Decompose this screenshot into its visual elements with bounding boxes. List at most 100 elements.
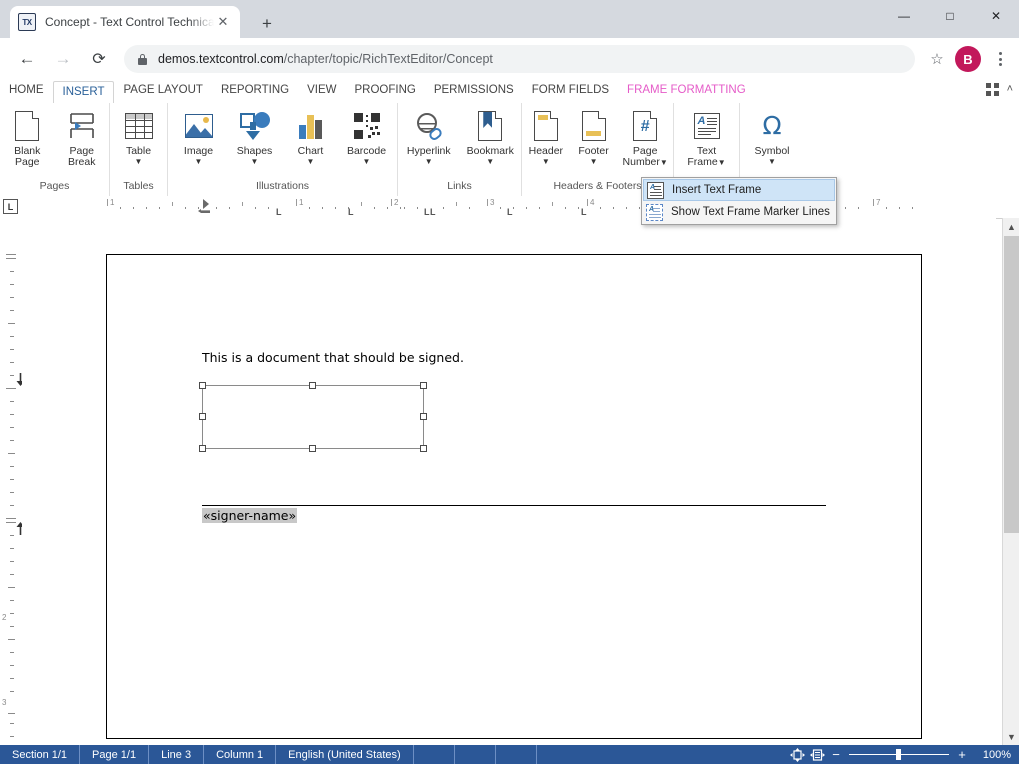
browser-menu-icon[interactable]: [987, 45, 1013, 73]
scroll-up-icon[interactable]: ▲: [1003, 218, 1019, 235]
resize-handle-se[interactable]: [420, 445, 427, 452]
zoom-slider-knob[interactable]: [896, 749, 901, 760]
chart-button[interactable]: Chart ▼: [283, 109, 339, 166]
tab-close-icon[interactable]: ✕: [214, 13, 232, 31]
text-frame-object[interactable]: [199, 382, 427, 452]
tab-home[interactable]: HOME: [0, 80, 53, 103]
document-page[interactable]: This is a document that should be signed…: [106, 254, 922, 739]
menu-item-show-marker-lines-label: Show Text Frame Marker Lines: [671, 206, 830, 218]
tab-stop-marker[interactable]: L: [348, 208, 354, 217]
header-button[interactable]: Header ▼: [522, 109, 570, 166]
tab-page-layout[interactable]: PAGE LAYOUT: [114, 80, 211, 103]
fit-width-icon[interactable]: [807, 745, 827, 764]
zoom-percent-label[interactable]: 100%: [971, 749, 1011, 761]
document-paragraph[interactable]: This is a document that should be signed…: [202, 350, 464, 365]
ruler-number: 1: [299, 198, 304, 207]
document-canvas[interactable]: This is a document that should be signed…: [22, 218, 996, 745]
vertical-ruler[interactable]: 2 3: [0, 218, 23, 745]
horizontal-ruler[interactable]: L 1 1 2 3 4 7 L L L L L L: [0, 196, 1019, 219]
chart-caret-icon[interactable]: ▼: [307, 158, 315, 166]
url-path: /chapter/topic/RichTextEditor/Concept: [283, 52, 493, 66]
new-tab-button[interactable]: +: [256, 12, 278, 34]
footer-button[interactable]: Footer ▼: [570, 109, 618, 166]
document-scrollbar[interactable]: ▲ ▼: [1002, 218, 1019, 745]
table-caret-icon[interactable]: ▼: [135, 158, 143, 166]
shapes-button[interactable]: Shapes ▼: [227, 109, 283, 166]
shapes-caret-icon[interactable]: ▼: [251, 158, 259, 166]
minimize-button[interactable]: —: [881, 0, 927, 32]
tab-frame-formatting[interactable]: FRAME FORMATTING: [618, 80, 755, 103]
image-caret-icon[interactable]: ▼: [195, 158, 203, 166]
tab-view[interactable]: VIEW: [298, 80, 345, 103]
blank-page-button[interactable]: Blank Page: [0, 109, 55, 168]
resize-handle-nw[interactable]: [199, 382, 206, 389]
forward-button[interactable]: →: [48, 44, 78, 74]
status-empty-1: [414, 745, 455, 764]
menu-item-insert-text-frame[interactable]: A Insert Text Frame: [643, 179, 835, 201]
barcode-caret-icon[interactable]: ▼: [363, 158, 371, 166]
text-frame-button[interactable]: A Text Frame▼: [679, 109, 735, 168]
bookmark-caret-icon[interactable]: ▼: [486, 158, 494, 166]
tab-stop-marker[interactable]: L: [430, 208, 436, 217]
header-caret-icon[interactable]: ▼: [542, 158, 550, 166]
footer-caret-icon[interactable]: ▼: [590, 158, 598, 166]
menu-item-show-text-frame-marker-lines[interactable]: A Show Text Frame Marker Lines: [643, 201, 835, 223]
collapse-ribbon-icon[interactable]: [985, 83, 999, 96]
group-label-illustrations: Illustrations: [255, 180, 310, 192]
resize-handle-s[interactable]: [309, 445, 316, 452]
browser-tab[interactable]: TX Concept - Text Control Technical ✕: [10, 6, 240, 38]
resize-handle-ne[interactable]: [420, 382, 427, 389]
chevron-up-icon[interactable]: ˄: [1007, 84, 1013, 95]
status-column[interactable]: Column 1: [204, 745, 277, 764]
page-number-button[interactable]: # Page Number▼: [617, 109, 673, 168]
maximize-button[interactable]: □: [927, 0, 973, 32]
fit-page-icon[interactable]: [787, 745, 807, 764]
tab-stop-marker[interactable]: L: [581, 208, 587, 217]
zoom-out-button[interactable]: −: [827, 745, 845, 764]
resize-handle-w[interactable]: [199, 413, 206, 420]
tab-insert[interactable]: INSERT: [52, 81, 115, 104]
image-label: Image: [183, 145, 214, 157]
bookmark-button[interactable]: Bookmark ▼: [460, 109, 522, 166]
tab-reporting[interactable]: REPORTING: [212, 80, 298, 103]
status-line[interactable]: Line 3: [149, 745, 205, 764]
bookmark-star-icon[interactable]: ☆: [923, 45, 951, 73]
table-button[interactable]: Table ▼: [111, 109, 167, 166]
back-button[interactable]: ←: [12, 44, 42, 74]
resize-handle-n[interactable]: [309, 382, 316, 389]
hyperlink-caret-icon[interactable]: ▼: [425, 158, 433, 166]
symbol-button[interactable]: Ω Symbol ▼: [744, 109, 800, 166]
reload-button[interactable]: ⟳: [84, 44, 114, 74]
zoom-in-button[interactable]: +: [953, 745, 971, 764]
scroll-down-icon[interactable]: ▼: [1003, 728, 1019, 745]
tab-stop-marker[interactable]: L: [276, 208, 282, 217]
first-line-indent-marker[interactable]: [203, 199, 209, 209]
status-language[interactable]: English (United States): [276, 745, 414, 764]
close-window-button[interactable]: ✕: [973, 0, 1019, 32]
footer-label: Footer: [578, 145, 609, 157]
resize-handle-sw[interactable]: [199, 445, 206, 452]
zoom-slider[interactable]: [849, 745, 949, 764]
merge-field-signer-name[interactable]: «signer-name»: [202, 508, 298, 523]
scrollbar-thumb[interactable]: [1004, 236, 1019, 533]
status-page[interactable]: Page 1/1: [80, 745, 150, 764]
avatar[interactable]: B: [955, 46, 981, 72]
page-break-button[interactable]: Page Break: [55, 109, 110, 168]
symbol-caret-icon[interactable]: ▼: [768, 158, 776, 166]
tab-form-fields[interactable]: FORM FIELDS: [523, 80, 618, 103]
tab-stop-marker[interactable]: L: [424, 208, 430, 217]
status-section[interactable]: Section 1/1: [0, 745, 81, 764]
tab-proofing[interactable]: PROOFING: [346, 80, 425, 103]
ruler-number: 2: [394, 198, 399, 207]
tab-permissions[interactable]: PERMISSIONS: [425, 80, 523, 103]
left-indent-marker[interactable]: [198, 209, 210, 213]
page-number-caret-icon[interactable]: ▼: [660, 158, 668, 167]
hyperlink-button[interactable]: Hyperlink ▼: [398, 109, 460, 166]
tab-stop-marker[interactable]: L: [507, 208, 513, 217]
resize-handle-e[interactable]: [420, 413, 427, 420]
tab-stop-selector[interactable]: L: [3, 199, 18, 214]
text-frame-caret-icon[interactable]: ▼: [718, 158, 726, 167]
address-bar[interactable]: demos.textcontrol.com/chapter/topic/Rich…: [124, 45, 915, 73]
barcode-button[interactable]: Barcode ▼: [339, 109, 395, 166]
image-button[interactable]: Image ▼: [171, 109, 227, 166]
